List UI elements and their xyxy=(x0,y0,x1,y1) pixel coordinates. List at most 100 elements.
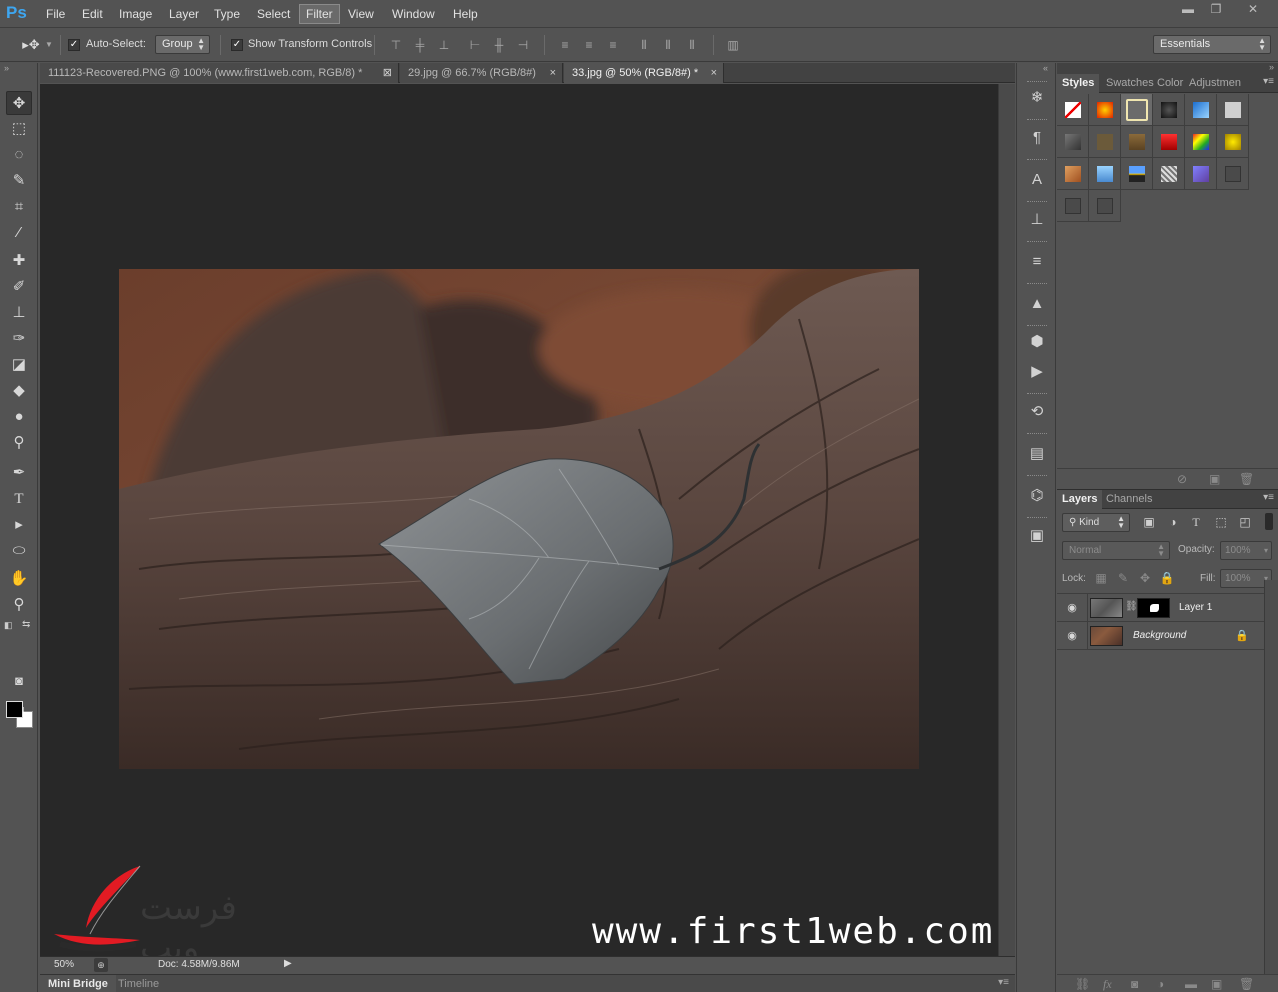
tab-document-1[interactable]: 111123-Recovered.PNG @ 100% (www.first1w… xyxy=(40,63,399,83)
collapse-icon[interactable]: « xyxy=(1043,63,1048,73)
blend-mode-dropdown[interactable]: Normal ▲ ▼ xyxy=(1062,541,1170,560)
clone-source-icon[interactable]: ⊥ xyxy=(1023,207,1051,233)
filter-smart-object-icon[interactable]: ◰ xyxy=(1237,514,1253,530)
close-icon[interactable]: ⊠ xyxy=(383,63,392,83)
marquee-tool-icon[interactable]: ⬚ xyxy=(6,117,32,141)
clear-style-icon[interactable]: ⊘ xyxy=(1177,472,1187,486)
eraser-tool-icon[interactable]: ◪ xyxy=(6,353,32,377)
style-preset[interactable] xyxy=(1057,158,1089,190)
eyedropper-tool-icon[interactable]: ⁄ xyxy=(6,221,32,245)
history-brush-tool-icon[interactable]: ✑ xyxy=(6,327,32,351)
zoom-tool-icon[interactable]: ⚲ xyxy=(6,593,32,617)
menu-edit[interactable]: Edit xyxy=(76,6,109,22)
pen-tool-icon[interactable]: ✒ xyxy=(6,461,32,485)
document-image[interactable] xyxy=(119,269,919,769)
menu-view[interactable]: View xyxy=(342,6,380,22)
close-icon[interactable]: × xyxy=(711,63,717,83)
paths-icon[interactable]: ⌬ xyxy=(1023,483,1051,509)
lasso-tool-icon[interactable]: ◌ xyxy=(6,143,32,167)
menu-window[interactable]: Window xyxy=(386,6,441,22)
auto-align-icon[interactable]: ▥ xyxy=(725,37,741,53)
trash-icon[interactable]: 🗑 xyxy=(1239,977,1254,991)
menu-select[interactable]: Select xyxy=(251,6,296,22)
menu-help[interactable]: Help xyxy=(447,6,484,22)
link-icon[interactable]: ⛓ xyxy=(1125,601,1138,612)
style-preset[interactable] xyxy=(1057,126,1089,158)
vertical-scrollbar[interactable] xyxy=(998,84,1015,956)
swap-colors-icon[interactable]: ⇆ xyxy=(22,619,30,630)
status-info-icon[interactable]: ⊕ xyxy=(94,958,108,972)
style-preset[interactable] xyxy=(1121,94,1153,126)
style-preset[interactable] xyxy=(1089,158,1121,190)
new-layer-icon[interactable]: ▣ xyxy=(1211,977,1222,991)
minimize-button[interactable]: ▬ xyxy=(1174,0,1202,20)
default-colors-icon[interactable]: ◧ xyxy=(4,620,13,631)
panel-menu-icon[interactable]: ▾≡ xyxy=(998,977,1009,988)
move-tool-icon[interactable]: ✥ xyxy=(6,91,32,115)
layer-row-layer-1[interactable]: ◉ ⛓ Layer 1 xyxy=(1057,594,1264,622)
lock-all-icon[interactable]: 🔒 xyxy=(1159,570,1175,586)
status-menu-arrow-icon[interactable]: ▶ xyxy=(284,958,292,969)
style-preset[interactable] xyxy=(1089,94,1121,126)
style-preset[interactable] xyxy=(1153,126,1185,158)
new-style-icon[interactable]: ▣ xyxy=(1209,472,1220,486)
menu-image[interactable]: Image xyxy=(113,6,158,22)
menu-file[interactable]: File xyxy=(40,6,71,22)
canvas-area[interactable] xyxy=(40,84,998,956)
brush-presets-icon[interactable]: ❄ xyxy=(1023,85,1051,111)
tab-styles[interactable]: Styles xyxy=(1057,74,1100,93)
collapse-icon[interactable]: » xyxy=(4,63,9,73)
collapse-icon[interactable]: » xyxy=(1269,62,1274,72)
distribute-top-icon[interactable]: ≡ xyxy=(557,37,573,53)
eye-icon[interactable]: ◉ xyxy=(1063,629,1081,642)
style-preset[interactable] xyxy=(1217,94,1249,126)
align-right-icon[interactable]: ⊣ xyxy=(515,37,531,53)
tab-color[interactable]: Color xyxy=(1152,74,1188,93)
align-hcenter-icon[interactable]: ╫ xyxy=(491,37,507,53)
filter-shape-icon[interactable]: ⬚ xyxy=(1213,514,1229,530)
style-preset[interactable] xyxy=(1153,94,1185,126)
style-preset[interactable] xyxy=(1121,158,1153,190)
lock-transparent-icon[interactable]: ▦ xyxy=(1093,570,1109,586)
filter-pixel-icon[interactable]: ▣ xyxy=(1141,514,1157,530)
show-transform-checkbox[interactable]: ✓ xyxy=(231,39,243,51)
distribute-vcenter-icon[interactable]: ≡ xyxy=(581,37,597,53)
menu-type[interactable]: Type xyxy=(208,6,246,22)
tab-mini-bridge[interactable]: Mini Bridge xyxy=(40,975,116,992)
ellipse-tool-icon[interactable]: ⬭ xyxy=(6,539,32,563)
chevron-down-icon[interactable]: ▼ xyxy=(44,37,54,53)
filter-toggle[interactable] xyxy=(1265,513,1273,530)
lock-position-icon[interactable]: ✥ xyxy=(1137,570,1153,586)
style-preset[interactable] xyxy=(1153,158,1185,190)
distribute-right-icon[interactable]: ⦀ xyxy=(684,37,700,53)
layer-row-background[interactable]: ◉ Background 🔒 xyxy=(1057,622,1264,650)
path-selection-tool-icon[interactable]: ▸ xyxy=(6,513,32,537)
opacity-field[interactable]: 100% ▾ xyxy=(1220,541,1272,560)
filter-adjustment-icon[interactable]: ◑ xyxy=(1165,514,1181,530)
paragraph-icon[interactable]: ¶ xyxy=(1023,125,1051,151)
brush-tool-icon[interactable]: ✐ xyxy=(6,275,32,299)
histogram-icon[interactable]: ▲ xyxy=(1023,291,1051,317)
tab-document-2[interactable]: 29.jpg @ 66.7% (RGB/8#) × xyxy=(400,63,563,83)
dodge-tool-icon[interactable]: ⚲ xyxy=(6,431,32,455)
layers-scrollbar[interactable] xyxy=(1264,580,1278,974)
character-icon[interactable]: A xyxy=(1023,167,1051,193)
type-tool-icon[interactable]: T xyxy=(6,487,32,511)
panel-menu-icon[interactable]: ▾≡ xyxy=(1263,76,1274,87)
properties-icon[interactable]: ≡ xyxy=(1023,249,1051,275)
style-preset[interactable] xyxy=(1185,126,1217,158)
tab-timeline[interactable]: Timeline xyxy=(110,975,167,992)
trash-icon[interactable]: 🗑 xyxy=(1239,472,1254,486)
info-icon[interactable]: ▣ xyxy=(1023,523,1051,549)
restore-button[interactable]: ❐ xyxy=(1202,0,1230,20)
foreground-color-swatch[interactable] xyxy=(6,701,23,718)
style-preset[interactable] xyxy=(1185,158,1217,190)
distribute-hcenter-icon[interactable]: ⦀ xyxy=(660,37,676,53)
crop-tool-icon[interactable]: ⌗ xyxy=(6,195,32,219)
3d-icon[interactable]: ⬢ xyxy=(1023,329,1051,355)
align-bottom-icon[interactable]: ⊥ xyxy=(436,37,452,53)
close-button[interactable]: ✕ xyxy=(1238,0,1268,20)
style-preset[interactable] xyxy=(1089,190,1121,222)
tab-swatches[interactable]: Swatches xyxy=(1101,74,1159,93)
style-preset[interactable] xyxy=(1121,126,1153,158)
